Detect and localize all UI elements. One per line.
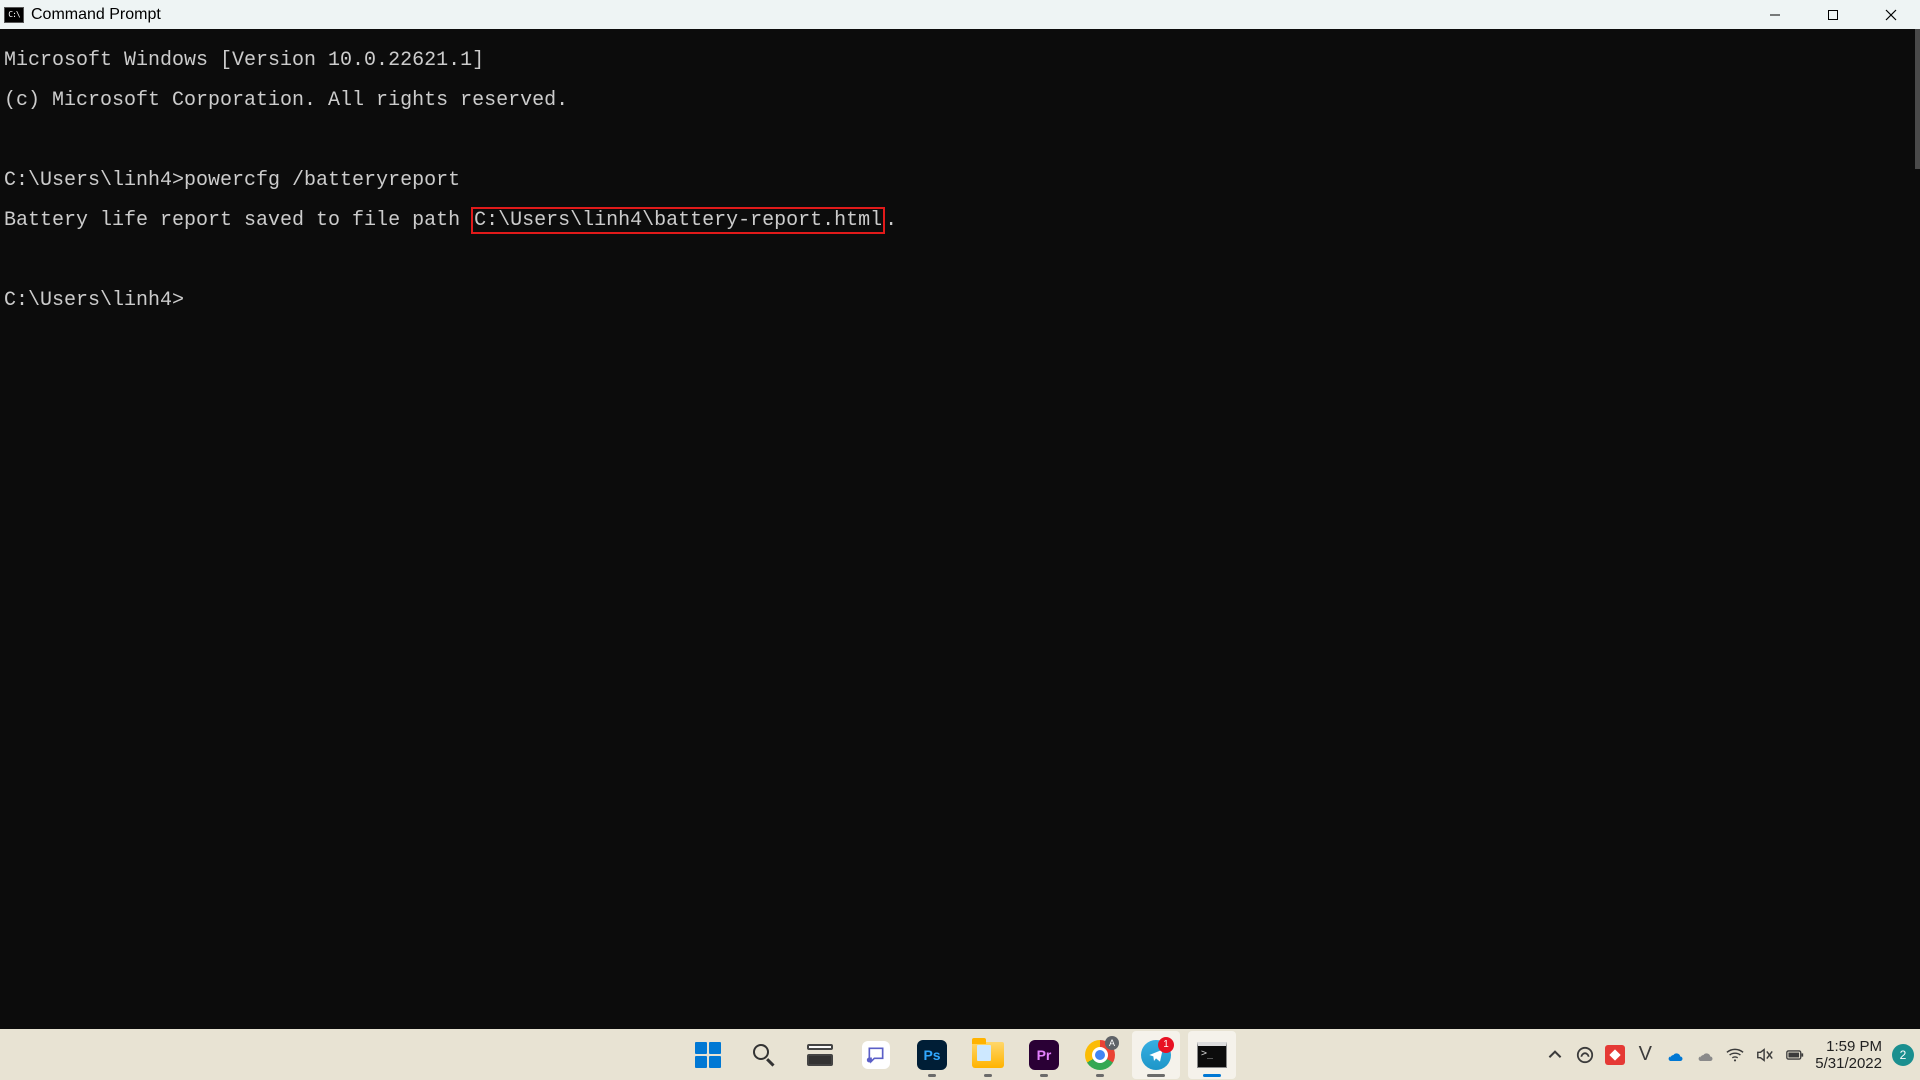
wifi-icon[interactable]: [1725, 1045, 1745, 1065]
battery-icon[interactable]: [1785, 1045, 1805, 1065]
terminal-line-version: Microsoft Windows [Version 10.0.22621.1]: [4, 51, 1916, 71]
file-explorer-icon: [972, 1042, 1004, 1068]
start-button[interactable]: [684, 1031, 732, 1079]
file-explorer-taskbar-item[interactable]: [964, 1031, 1012, 1079]
photoshop-icon: Ps: [917, 1040, 947, 1070]
maximize-button[interactable]: [1804, 0, 1862, 29]
windows-logo-icon: [695, 1042, 721, 1068]
cmd-taskbar-item[interactable]: [1188, 1031, 1236, 1079]
chat-button[interactable]: [852, 1031, 900, 1079]
tray-red-app-icon[interactable]: [1605, 1045, 1625, 1065]
minimize-button[interactable]: [1746, 0, 1804, 29]
titlebar: C:\ Command Prompt: [0, 0, 1920, 29]
premiere-icon: Pr: [1029, 1040, 1059, 1070]
chrome-icon: [1085, 1040, 1115, 1070]
terminal-scrollbar[interactable]: [1915, 29, 1920, 169]
terminal-blank-1: [4, 131, 1916, 151]
cmd-titlebar-icon: C:\: [4, 7, 24, 23]
red-square-icon: [1605, 1045, 1625, 1065]
window-title: Command Prompt: [31, 6, 161, 24]
clock-date: 5/31/2022: [1815, 1055, 1882, 1072]
response-suffix: .: [885, 209, 897, 232]
taskbar: Ps Pr 1: [0, 1029, 1920, 1080]
onedrive-icon[interactable]: [1665, 1045, 1685, 1065]
volume-muted-icon[interactable]: [1755, 1045, 1775, 1065]
taskbar-center: Ps Pr 1: [684, 1029, 1236, 1080]
telegram-icon: 1: [1141, 1040, 1171, 1070]
prompt-command: powercfg /batteryreport: [184, 169, 460, 192]
terminal-output[interactable]: Microsoft Windows [Version 10.0.22621.1]…: [0, 29, 1920, 1029]
task-view-icon: [807, 1044, 833, 1066]
terminal-prompt-2: C:\Users\linh4>: [4, 291, 1916, 311]
close-button[interactable]: [1862, 0, 1920, 29]
creative-cloud-icon[interactable]: [1575, 1045, 1595, 1065]
chat-icon: [862, 1041, 890, 1069]
photoshop-taskbar-item[interactable]: Ps: [908, 1031, 956, 1079]
notifications-button[interactable]: 2: [1892, 1044, 1914, 1066]
system-tray: V 1:59 PM 5/31/2022 2: [1545, 1029, 1914, 1080]
terminal-blank-2: [4, 251, 1916, 271]
window-controls: [1746, 0, 1920, 29]
telegram-taskbar-item[interactable]: 1: [1132, 1031, 1180, 1079]
taskbar-clock[interactable]: 1:59 PM 5/31/2022: [1815, 1038, 1882, 1072]
highlighted-file-path: C:\Users\linh4\battery-report.html: [471, 207, 885, 234]
chrome-taskbar-item[interactable]: [1076, 1031, 1124, 1079]
task-view-button[interactable]: [796, 1031, 844, 1079]
search-button[interactable]: [740, 1031, 788, 1079]
tray-overflow-button[interactable]: [1545, 1045, 1565, 1065]
terminal-prompt-1: C:\Users\linh4>powercfg /batteryreport: [4, 171, 1916, 191]
prompt-path-2: C:\Users\linh4>: [4, 289, 184, 312]
search-icon: [751, 1042, 777, 1068]
tray-v-app-icon[interactable]: V: [1635, 1045, 1655, 1065]
response-prefix: Battery life report saved to file path: [4, 209, 472, 232]
cmd-icon: [1197, 1042, 1227, 1068]
onedrive-personal-icon[interactable]: [1695, 1045, 1715, 1065]
premiere-taskbar-item[interactable]: Pr: [1020, 1031, 1068, 1079]
terminal-response: Battery life report saved to file path C…: [4, 211, 1916, 231]
telegram-badge: 1: [1158, 1037, 1174, 1053]
terminal-line-copyright: (c) Microsoft Corporation. All rights re…: [4, 91, 1916, 111]
clock-time: 1:59 PM: [1815, 1038, 1882, 1055]
prompt-path: C:\Users\linh4>: [4, 169, 184, 192]
